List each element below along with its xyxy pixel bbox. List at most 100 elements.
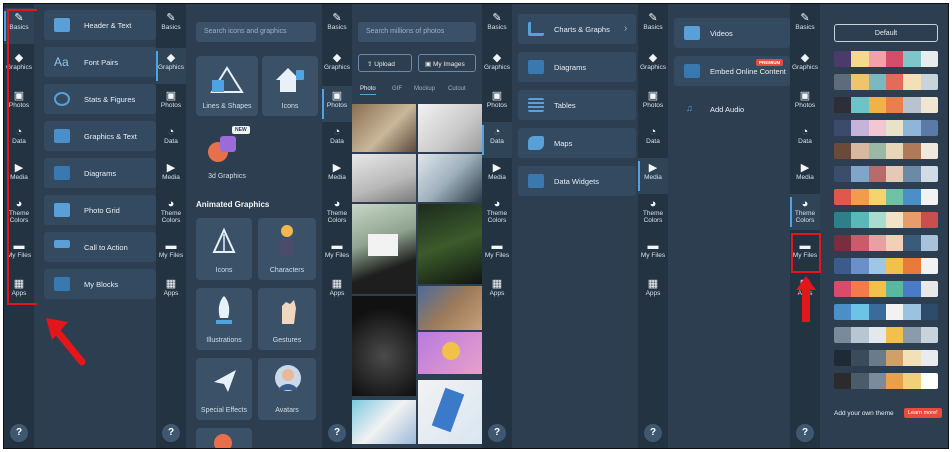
rail-item-my-files[interactable]: ▬ My Files <box>156 236 186 272</box>
graphics-search-input[interactable]: Search icons and graphics <box>196 22 316 42</box>
rail-item-my-files[interactable]: ▬ My Files <box>638 236 668 272</box>
theme-palette-row[interactable] <box>834 143 938 159</box>
help-button[interactable]: ? <box>796 424 814 442</box>
rail-item-basics[interactable]: ✎ Basics <box>482 8 512 44</box>
tile-lines-shapes[interactable]: Lines & Shapes <box>196 56 258 116</box>
tile-characters[interactable]: Characters <box>258 218 316 280</box>
tile-illustrations[interactable]: Illustrations <box>196 288 252 350</box>
rail-item-my-files[interactable]: ▬ My Files <box>482 236 512 272</box>
rail-item-media[interactable]: ▶ Media <box>322 158 352 194</box>
rail-item-graphics[interactable]: ◆ Graphics <box>156 48 186 84</box>
learn-more-button[interactable]: Learn more! <box>904 408 942 418</box>
basics-item-call-to-action[interactable]: Call to Action <box>44 232 156 262</box>
photo-thumbnail[interactable] <box>352 400 416 444</box>
tile-gestures[interactable]: Gestures <box>258 288 316 350</box>
photo-thumbnail[interactable] <box>418 332 482 374</box>
tab-gif[interactable]: GIF <box>392 86 402 92</box>
rail-item-apps[interactable]: ▦Apps <box>638 274 668 310</box>
theme-palette-row[interactable] <box>834 51 938 67</box>
rail-item-apps[interactable]: ▦Apps <box>322 274 352 310</box>
rail-item-basics[interactable]: ✎ Basics <box>156 8 186 44</box>
basics-item-graphics-text[interactable]: Graphics & Text <box>44 121 156 151</box>
photo-thumbnail[interactable] <box>352 154 416 202</box>
rail-item-my-files[interactable]: ▬ My Files <box>322 236 352 272</box>
help-button[interactable]: ? <box>644 424 662 442</box>
basics-item-photo-grid[interactable]: Photo Grid <box>44 195 156 225</box>
rail-item-apps[interactable]: ▦Apps <box>482 274 512 310</box>
help-button[interactable]: ? <box>162 424 180 442</box>
rail-item-media[interactable]: ▶ Media <box>638 158 668 194</box>
theme-palette-row[interactable] <box>834 189 938 205</box>
data-item-data-widgets[interactable]: Data Widgets <box>518 166 636 196</box>
theme-palette-row[interactable] <box>834 74 938 90</box>
tile-more[interactable] <box>196 428 252 448</box>
theme-palette-row[interactable] <box>834 350 938 366</box>
rail-item-data[interactable]: ◔ Data <box>482 122 512 158</box>
tile-icons[interactable]: Icons <box>262 56 318 116</box>
theme-palette-row[interactable] <box>834 327 938 343</box>
rail-item-media[interactable]: ▶ Media <box>790 158 820 194</box>
rail-item-theme-colors[interactable]: ◕ Theme Colors <box>156 194 186 230</box>
rail-item-data[interactable]: ◔ Data <box>156 122 186 158</box>
default-theme-button[interactable]: Default <box>834 24 938 42</box>
data-item-diagrams[interactable]: Diagrams <box>518 52 636 82</box>
photo-thumbnail[interactable] <box>418 104 482 152</box>
rail-item-graphics[interactable]: ◆ Graphics <box>790 48 820 84</box>
rail-item-apps[interactable]: ▦Apps <box>156 274 186 310</box>
basics-item-my-blocks[interactable]: My Blocks <box>44 269 156 299</box>
tab-photo[interactable]: Photo <box>360 86 376 95</box>
tile-animated-icons[interactable]: Icons <box>196 218 252 280</box>
help-button[interactable]: ? <box>10 424 28 442</box>
help-button[interactable]: ? <box>488 424 506 442</box>
data-item-maps[interactable]: Maps <box>518 128 636 158</box>
photo-thumbnail[interactable] <box>418 204 482 284</box>
rail-item-photos[interactable]: ▣ Photos <box>790 86 820 122</box>
theme-palette-row[interactable] <box>834 373 938 389</box>
upload-button[interactable]: ⇧ Upload <box>358 54 412 72</box>
rail-item-photos[interactable]: ▣ Photos <box>482 86 512 122</box>
tile-special-effects[interactable]: Special Effects <box>196 358 252 420</box>
tab-cutout[interactable]: Cutout <box>448 86 466 92</box>
theme-palette-row[interactable] <box>834 258 938 274</box>
basics-item-header-text[interactable]: Header & Text <box>44 10 156 40</box>
rail-item-data[interactable]: ◔ Data <box>638 122 668 158</box>
rail-item-photos[interactable]: ▣ Photos <box>322 86 352 122</box>
photos-search-input[interactable]: Search millions of photos <box>358 22 476 42</box>
media-item-embed[interactable]: Embed Online Content PREMIUM <box>674 56 790 86</box>
media-item-videos[interactable]: Videos <box>674 18 790 48</box>
tile-3d-graphics[interactable]: NEW 3d Graphics <box>196 122 258 186</box>
rail-item-media[interactable]: ▶ Media <box>482 158 512 194</box>
rail-item-theme-colors[interactable]: ◕ Theme Colors <box>790 194 820 230</box>
rail-item-basics[interactable]: ✎ Basics <box>322 8 352 44</box>
rail-item-graphics[interactable]: ◆ Graphics <box>638 48 668 84</box>
rail-item-graphics[interactable]: ◆ Graphics <box>482 48 512 84</box>
theme-palette-row[interactable] <box>834 304 938 320</box>
theme-palette-row[interactable] <box>834 120 938 136</box>
rail-item-theme-colors[interactable]: ◕ Theme Colors <box>638 194 668 230</box>
theme-palette-row[interactable] <box>834 212 938 228</box>
rail-item-photos[interactable]: ▣ Photos <box>156 86 186 122</box>
rail-item-data[interactable]: ◔ Data <box>790 122 820 158</box>
photo-thumbnail[interactable] <box>352 104 416 152</box>
rail-item-data[interactable]: ◔ Data <box>322 122 352 158</box>
photo-thumbnail[interactable] <box>418 154 482 202</box>
tab-mockup[interactable]: Mockup <box>414 86 435 92</box>
theme-palette-row[interactable] <box>834 235 938 251</box>
media-item-add-audio[interactable]: ♫ Add Audio <box>674 94 790 124</box>
photo-thumbnail[interactable] <box>352 204 416 294</box>
basics-item-stats[interactable]: Stats & Figures <box>44 84 156 114</box>
rail-item-theme-colors[interactable]: ◕ Theme Colors <box>322 194 352 230</box>
basics-item-diagrams[interactable]: Diagrams <box>44 158 156 188</box>
rail-item-media[interactable]: ▶ Media <box>156 158 186 194</box>
rail-item-theme-colors[interactable]: ◕ Theme Colors <box>482 194 512 230</box>
photo-thumbnail[interactable] <box>418 380 482 444</box>
tile-avatars[interactable]: Avatars <box>258 358 316 420</box>
data-item-tables[interactable]: Tables <box>518 90 636 120</box>
my-images-button[interactable]: ▣ My Images <box>418 54 476 72</box>
rail-item-graphics[interactable]: ◆ Graphics <box>322 48 352 84</box>
data-item-charts-graphs[interactable]: Charts & Graphs › <box>518 14 636 44</box>
rail-item-basics[interactable]: ✎ Basics <box>790 8 820 44</box>
photo-thumbnail[interactable] <box>418 286 482 330</box>
basics-item-font-pairs[interactable]: Aa Font Pairs <box>44 47 156 77</box>
help-button[interactable]: ? <box>328 424 346 442</box>
